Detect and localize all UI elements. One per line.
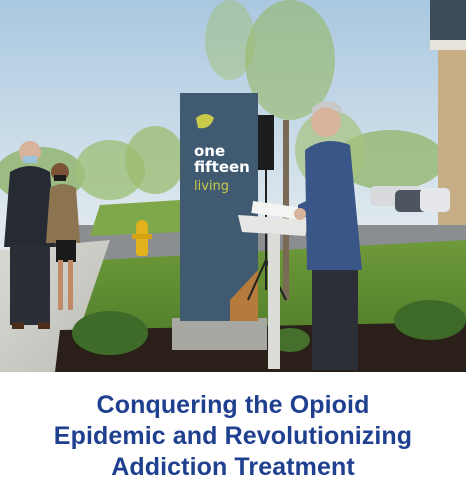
title-line-1: Conquering the Opioid [96,391,370,419]
sign-line-living: living [194,179,229,194]
far-lawn [90,200,180,236]
article-photo[interactable]: one fifteen living [0,0,466,372]
sign-line-fifteen: fifteen [194,158,250,176]
article-card[interactable]: one fifteen living Conquering the Opioid… [0,0,466,483]
title-line-2: Epidemic and Revolutionizing [53,422,413,450]
article-title[interactable]: Conquering the Opioid Epidemic and Revol… [0,390,466,483]
photo-scene: one fifteen living [0,0,466,372]
title-line-3: Addiction Treatment [111,453,355,481]
